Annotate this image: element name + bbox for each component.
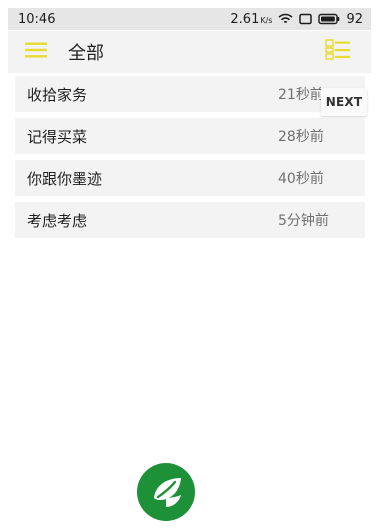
network-speed: 2.61 K/s bbox=[230, 12, 272, 27]
list-view-button[interactable] bbox=[325, 39, 351, 65]
top-toolbar: 全部 bbox=[8, 31, 371, 73]
task-time: 21秒前 bbox=[278, 87, 324, 103]
status-left: 10:46 bbox=[18, 12, 55, 27]
status-right: 2.61 K/s 92 bbox=[230, 12, 363, 27]
hamburger-menu-icon bbox=[24, 41, 48, 63]
task-list: 收拾家务 21秒前 记得买菜 28秒前 你跟你墨迹 40秒前 考虑考虑 5分钟前 bbox=[15, 76, 365, 244]
task-time: 28秒前 bbox=[278, 129, 324, 145]
task-item[interactable]: 考虑考虑 5分钟前 bbox=[15, 202, 365, 238]
task-title: 记得买菜 bbox=[27, 127, 88, 146]
status-time: 10:46 bbox=[18, 11, 56, 27]
network-speed-value: 2.61 bbox=[230, 11, 260, 27]
battery-level: 92 bbox=[346, 11, 363, 27]
task-title: 收拾家务 bbox=[27, 85, 88, 104]
network-speed-unit: K/s bbox=[260, 15, 273, 25]
task-item[interactable]: 你跟你墨迹 40秒前 bbox=[15, 160, 365, 196]
screen-icon bbox=[299, 13, 313, 25]
task-item[interactable]: 收拾家务 21秒前 bbox=[15, 76, 365, 112]
page-title: 全部 bbox=[68, 43, 104, 64]
leaf-logo bbox=[136, 462, 196, 522]
wifi-icon bbox=[278, 13, 294, 25]
task-title: 考虑考虑 bbox=[27, 211, 88, 230]
next-button[interactable]: NEXT bbox=[321, 88, 367, 116]
task-time: 5分钟前 bbox=[278, 213, 329, 229]
status-bar: 10:46 2.61 K/s 92 bbox=[8, 8, 371, 30]
task-title: 你跟你墨迹 bbox=[27, 169, 103, 188]
list-view-icon bbox=[325, 39, 351, 65]
task-item[interactable]: 记得买菜 28秒前 bbox=[15, 118, 365, 154]
battery-icon bbox=[318, 13, 340, 25]
menu-button[interactable] bbox=[12, 31, 60, 73]
task-time: 40秒前 bbox=[278, 171, 324, 187]
